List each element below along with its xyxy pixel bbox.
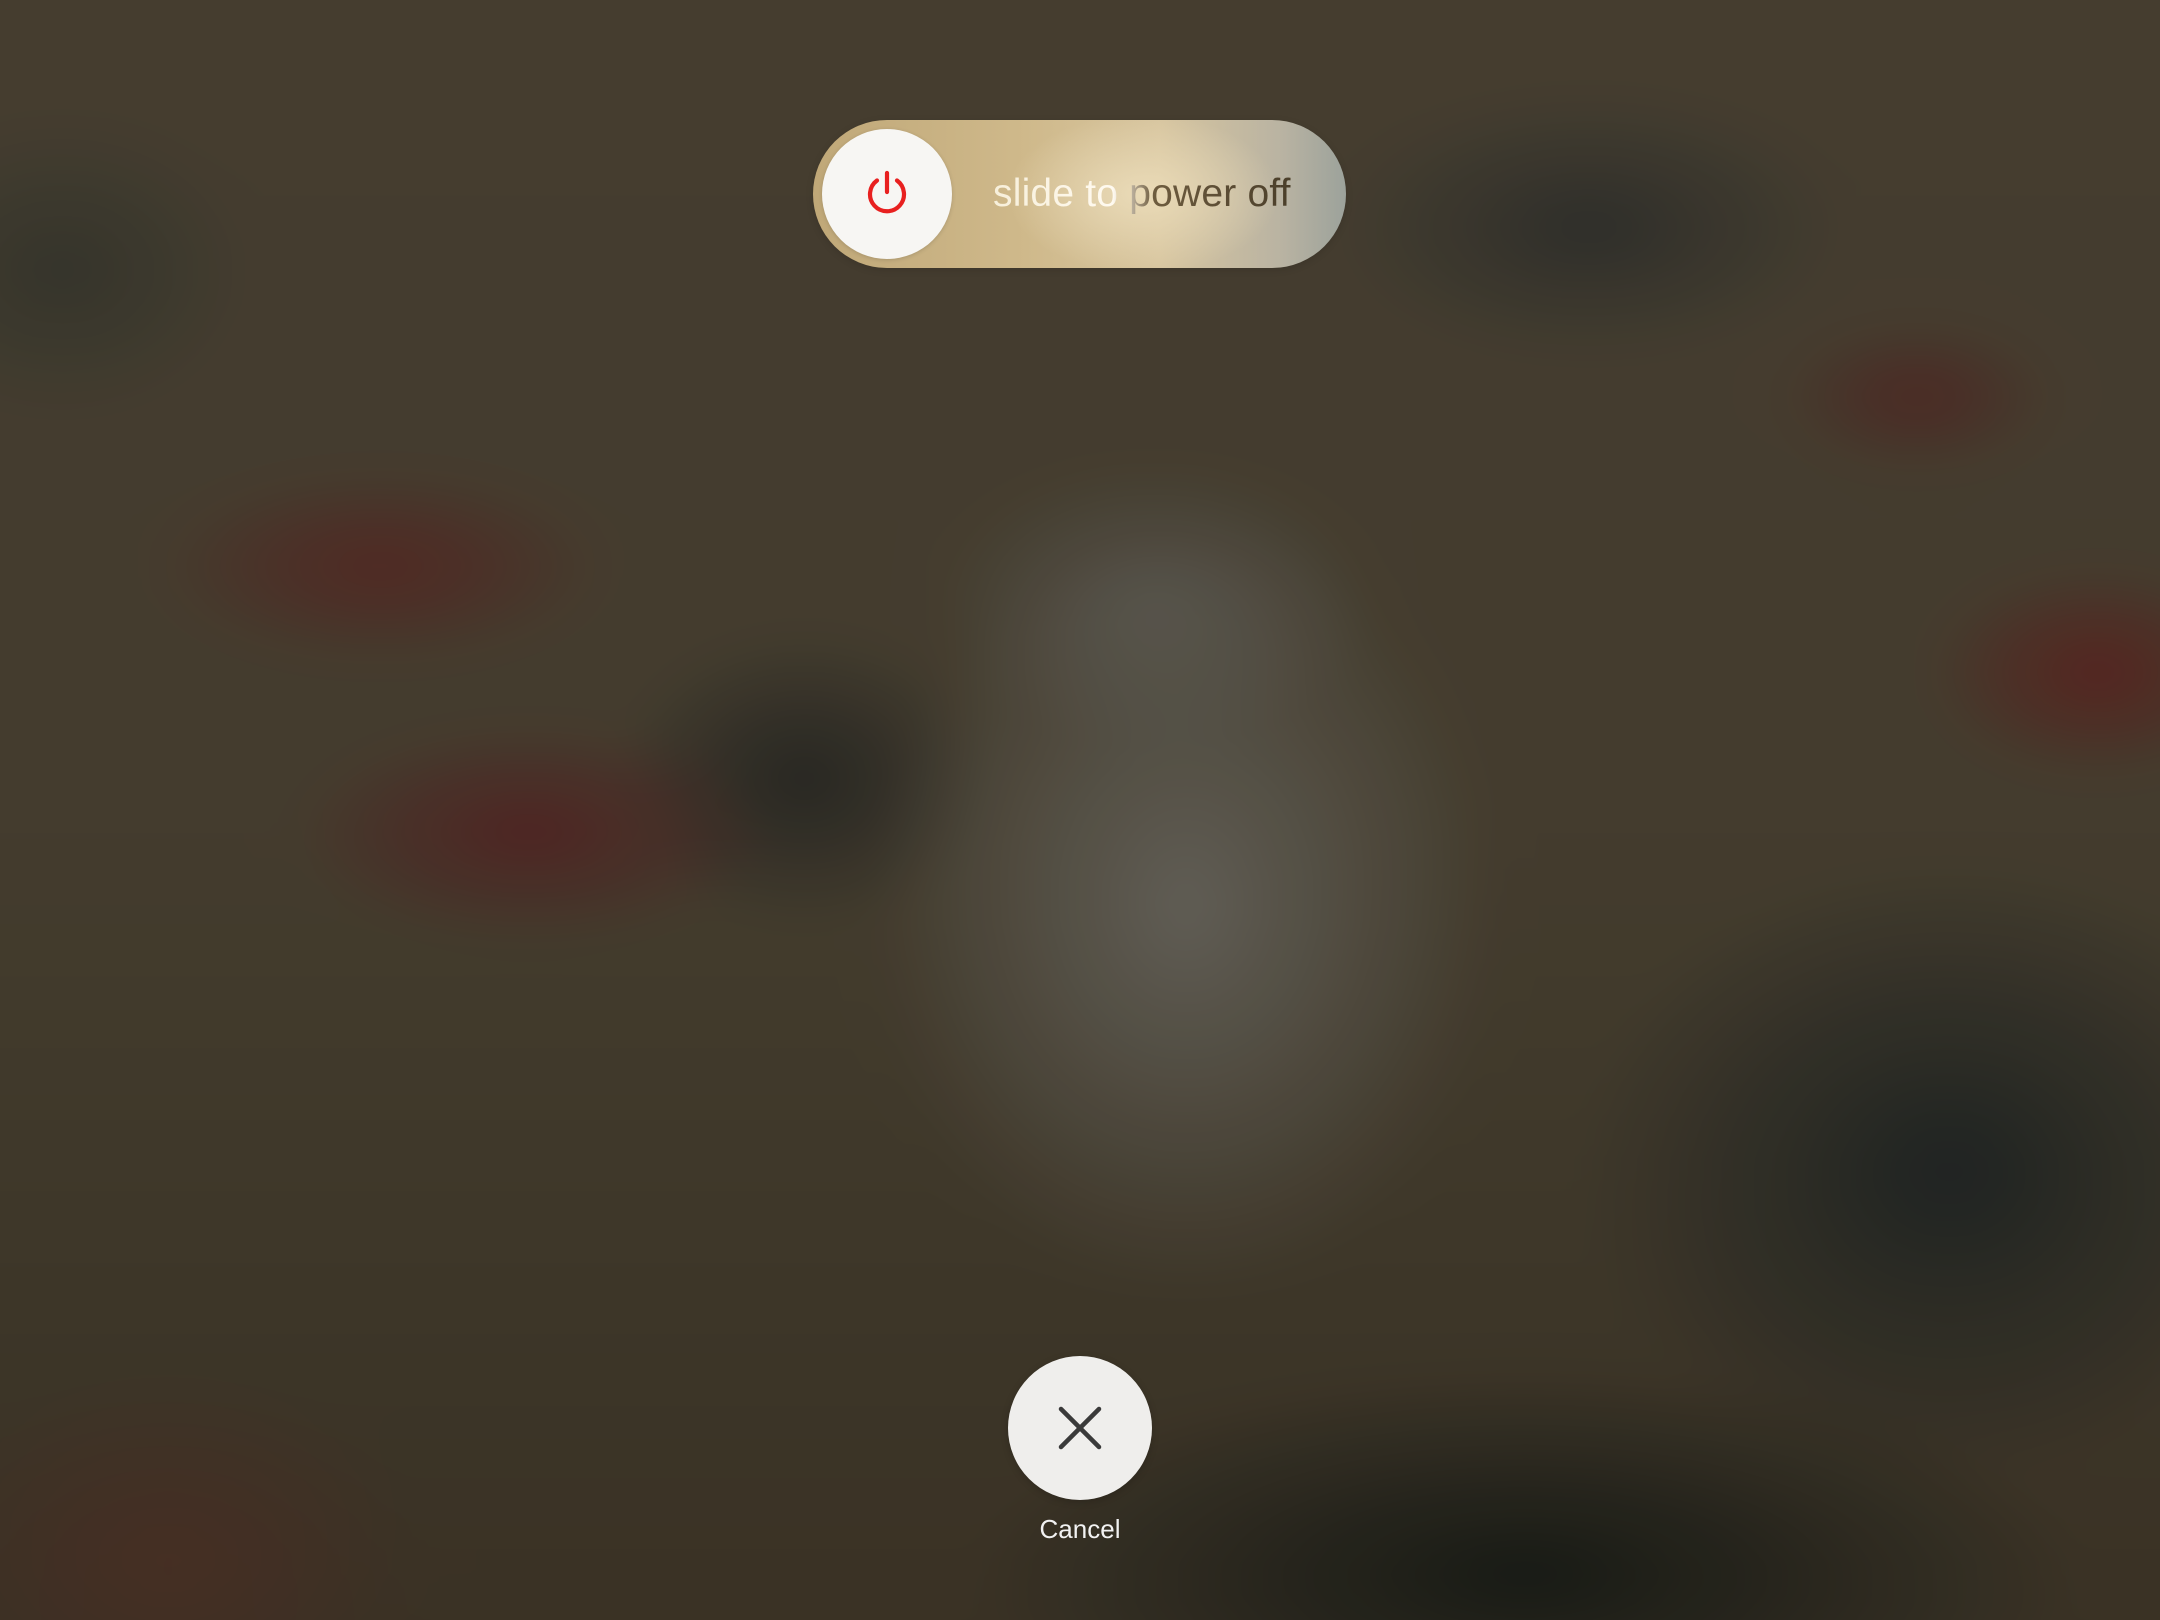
- power-off-slider[interactable]: slide to power off: [813, 120, 1346, 268]
- cancel-control: Cancel: [1008, 1356, 1152, 1545]
- power-slider-knob[interactable]: [822, 129, 952, 259]
- power-off-screen: slide to power off Cancel: [0, 0, 2160, 1620]
- slide-to-power-off-label: slide to power off: [993, 120, 1291, 268]
- power-icon: [867, 170, 907, 214]
- cancel-label: Cancel: [1039, 1514, 1121, 1544]
- close-icon: [1058, 1406, 1102, 1450]
- cancel-button[interactable]: [1008, 1356, 1152, 1500]
